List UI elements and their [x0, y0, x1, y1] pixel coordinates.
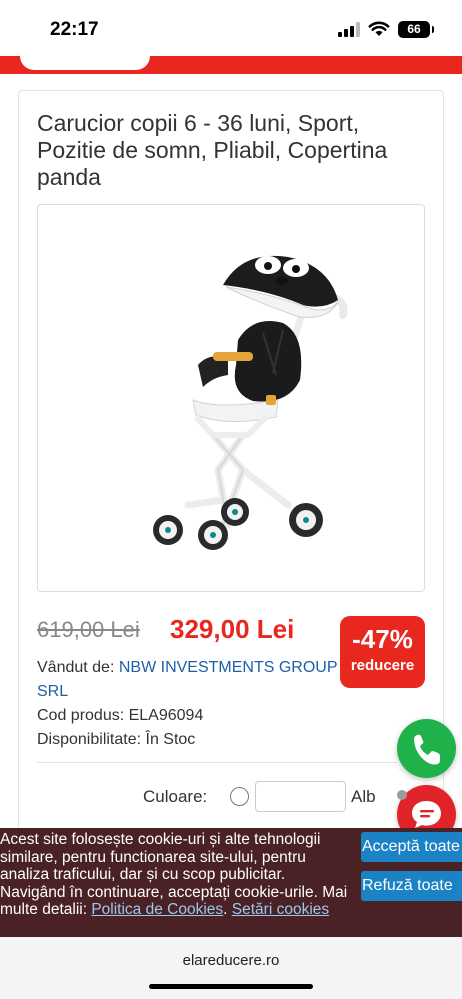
color-radio[interactable] [230, 787, 249, 806]
status-bar: 22:17 66 [0, 0, 462, 56]
home-indicator[interactable] [149, 984, 313, 989]
battery-icon: 66 [398, 21, 434, 38]
product-image[interactable] [37, 204, 425, 592]
phone-icon [414, 734, 440, 765]
seller-label: Vândut de: [37, 659, 119, 676]
url-text: elareducere.ro [182, 952, 280, 969]
seller-line: Vândut de: NBW INVESTMENTS GROUP [37, 659, 338, 677]
seller-link[interactable]: NBW INVESTMENTS GROUP [119, 659, 338, 676]
discount-percent: -47% [352, 624, 413, 654]
new-price: 329,00 Lei [170, 614, 295, 644]
product-code: Cod produs: ELA96094 [37, 707, 204, 724]
wheels [153, 498, 323, 550]
cookie-settings-link[interactable]: Setări cookies [232, 901, 329, 918]
signal-icon [338, 22, 360, 37]
header-tab [20, 52, 150, 70]
color-label: Culoare: [143, 787, 208, 806]
chat-notification-dot [397, 790, 407, 800]
status-time: 22:17 [50, 19, 99, 40]
color-swatch[interactable] [255, 781, 346, 812]
availability: Disponibilitate: În Stoc [37, 731, 196, 748]
cookie-text: Acest site folosește cookie-uri și alte … [0, 831, 350, 919]
product-title: Carucior copii 6 - 36 luni, Sport, Pozit… [37, 110, 388, 190]
accept-cookies-button[interactable]: Acceptă toate [361, 832, 462, 862]
discount-badge: -47% reducere [340, 616, 425, 688]
refuse-cookies-button[interactable]: Refuză toate [361, 871, 462, 901]
seller-link-continued[interactable]: SRL [37, 683, 68, 701]
cookie-policy-link[interactable]: Politica de Cookies [91, 901, 223, 918]
divider [37, 762, 397, 763]
cookie-separator: . [223, 901, 232, 919]
discount-label: reducere [350, 657, 415, 674]
phone-button[interactable] [397, 719, 456, 778]
stroller-illustration [153, 255, 348, 550]
color-value: Alb [351, 787, 376, 806]
wifi-icon [368, 21, 390, 36]
old-price: 619,00 Lei [37, 617, 140, 642]
